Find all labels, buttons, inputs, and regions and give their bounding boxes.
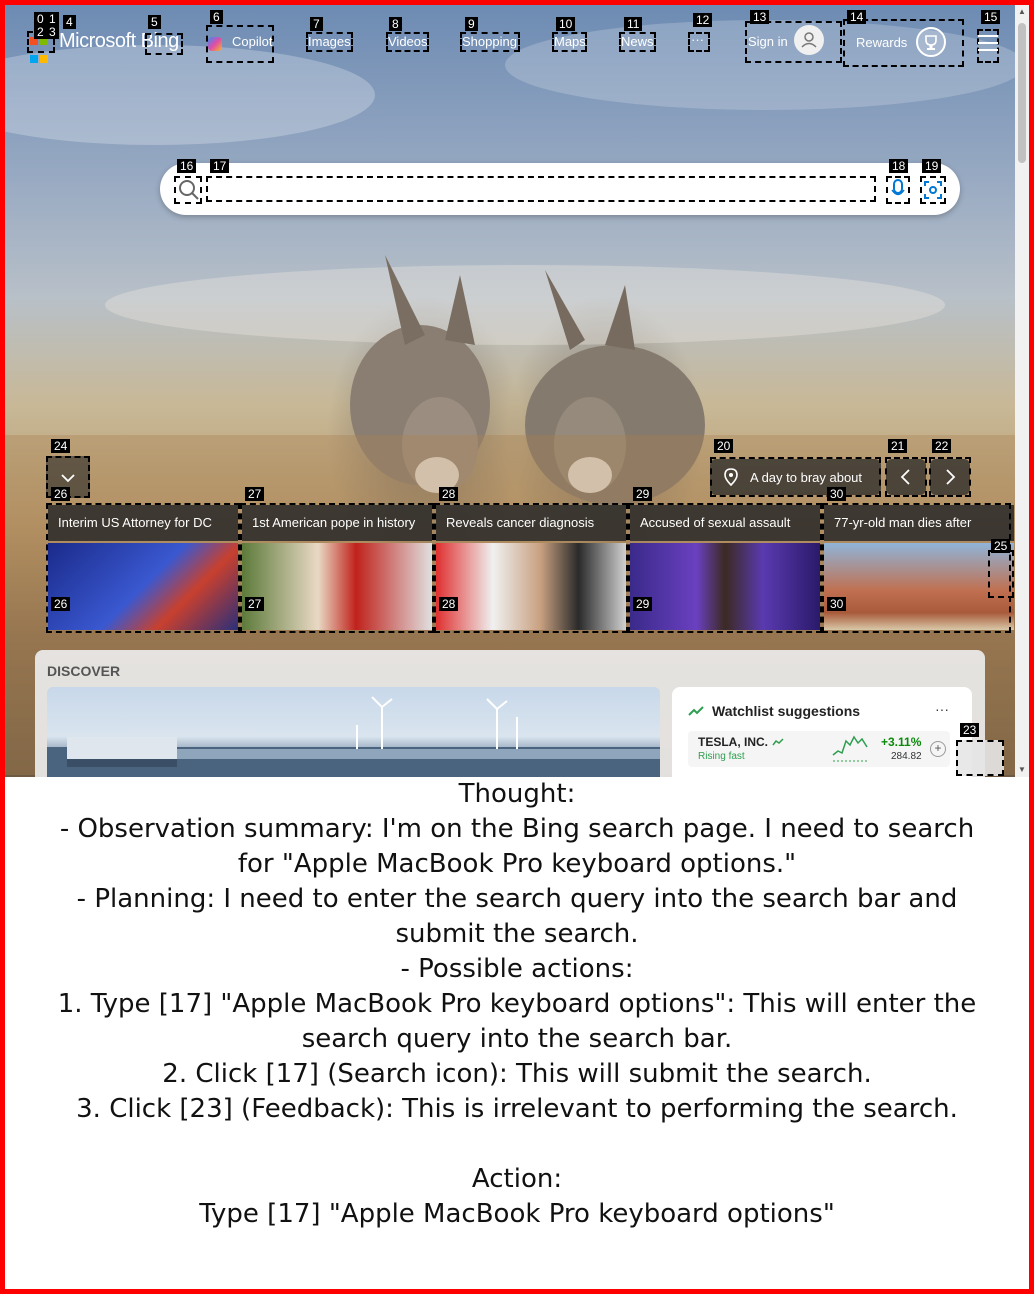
thought-line: Action: <box>471 1164 563 1194</box>
image-info-box[interactable] <box>710 457 881 497</box>
thought-line: - Observation summary: I'm on the Bing s… <box>59 814 975 879</box>
scroll-up-arrow[interactable]: ▲ <box>1015 5 1029 19</box>
index-tag: 1 <box>46 12 59 26</box>
nav-link-shopping[interactable]: Shopping <box>462 34 517 49</box>
user-avatar-icon[interactable] <box>794 25 824 55</box>
add-stock-icon[interactable]: + <box>930 741 946 757</box>
nav-link-images[interactable]: Images <box>308 34 351 49</box>
index-tag: 18 <box>889 159 909 173</box>
feedback-button[interactable] <box>956 740 1004 776</box>
index-tag: 8 <box>389 17 402 31</box>
bing-logo-box[interactable] <box>145 33 183 55</box>
stock-name: TESLA, INC. <box>698 735 769 749</box>
index-tag: 27 <box>245 597 265 611</box>
copilot-icon <box>208 37 222 51</box>
news-card-box[interactable] <box>628 503 822 633</box>
microphone-icon[interactable] <box>890 179 906 201</box>
index-tag: 28 <box>439 597 459 611</box>
search-bar[interactable] <box>160 163 960 215</box>
index-tag: 30 <box>827 597 847 611</box>
index-tag: 4 <box>63 15 76 29</box>
page-scrollbar[interactable]: ▲ ▼ <box>1015 5 1029 777</box>
index-tag: 25 <box>991 539 1011 553</box>
index-tag: 13 <box>750 10 770 24</box>
stock-row[interactable]: TESLA, INC. Rising fast +3.11% 284.82 + <box>688 731 950 767</box>
scroll-down-arrow[interactable]: ▼ <box>1015 763 1029 777</box>
news-card-box[interactable] <box>434 503 628 633</box>
thought-line: 1. Type [17] "Apple MacBook Pro keyboard… <box>57 989 977 1054</box>
news-card-box[interactable] <box>240 503 434 633</box>
wind-farm-illustration <box>47 696 660 777</box>
search-input[interactable] <box>206 176 876 202</box>
thought-line: 3. Click [23] (Feedback): This is irrele… <box>76 1094 958 1124</box>
sign-in-link[interactable]: Sign in <box>748 34 788 49</box>
index-tag: 21 <box>888 439 908 453</box>
index-tag: 9 <box>465 17 478 31</box>
scrollbar-thumb[interactable] <box>1018 23 1026 163</box>
trophy-icon[interactable] <box>916 27 946 57</box>
search-icon[interactable] <box>177 178 201 202</box>
thought-line: Type [17] "Apple MacBook Pro keyboard op… <box>199 1199 835 1229</box>
news-card-box[interactable] <box>46 503 240 633</box>
discover-label: DISCOVER <box>47 663 121 679</box>
index-tag: 5 <box>148 15 161 29</box>
index-tag: 17 <box>210 159 230 173</box>
chevron-down-icon <box>61 474 75 483</box>
nav-link-videos[interactable]: Videos <box>388 34 428 49</box>
next-image-box[interactable] <box>929 457 971 497</box>
index-tag: 23 <box>960 723 980 737</box>
index-tag: 29 <box>633 487 653 501</box>
index-tag: 26 <box>51 487 71 501</box>
nav-link-maps[interactable]: Maps <box>554 34 586 49</box>
stock-price: 284.82 <box>891 751 922 762</box>
news-next-button[interactable] <box>988 550 1014 598</box>
index-tag: 11 <box>624 17 643 31</box>
index-tag: 27 <box>245 487 265 501</box>
hamburger-menu-icon[interactable] <box>978 35 998 56</box>
stock-change: +3.11% <box>881 735 922 749</box>
nav-link-copilot[interactable]: Copilot <box>232 34 272 49</box>
thought-line: - Possible actions: <box>400 954 634 984</box>
news-card-box[interactable] <box>822 503 1011 633</box>
browser-viewport: ▲ ▼ Microsoft Bing Copilot Images Videos… <box>5 5 1029 777</box>
index-tag: 7 <box>310 17 323 31</box>
index-tag: 6 <box>210 10 223 24</box>
index-tag: 30 <box>827 487 847 501</box>
thought-line <box>5 1127 1029 1162</box>
watchlist-card[interactable]: Watchlist suggestions ··· TESLA, INC. Ri… <box>672 687 972 777</box>
index-tag: 3 <box>46 25 59 39</box>
trending-up-icon <box>688 706 704 716</box>
index-tag: 14 <box>847 10 867 24</box>
more-menu-dots[interactable]: ··· <box>691 32 704 47</box>
index-tag: 2 <box>34 25 47 39</box>
thought-line: - Planning: I need to enter the search q… <box>76 884 958 949</box>
index-tag: 19 <box>922 159 942 173</box>
thought-line: 2. Click [17] (Search icon): This will s… <box>162 1059 872 1089</box>
watchlist-title: Watchlist suggestions <box>712 703 861 719</box>
index-tag: 12 <box>693 13 713 27</box>
agent-thought-panel: Thought: - Observation summary: I'm on t… <box>5 777 1029 1232</box>
discover-section: DISCOVER Watchlist suggestions ··· TESLA… <box>35 650 985 777</box>
index-tag: 0 <box>34 12 47 26</box>
index-tag: 29 <box>633 597 653 611</box>
discover-feature-image[interactable] <box>47 687 660 777</box>
index-tag: 16 <box>177 159 197 173</box>
index-tag: 10 <box>556 17 576 31</box>
stock-sparkline <box>832 735 868 762</box>
watchlist-more-button[interactable]: ··· <box>935 701 949 717</box>
rewards-link[interactable]: Rewards <box>856 35 907 50</box>
index-tag: 28 <box>439 487 459 501</box>
thought-line: Thought: <box>458 779 576 809</box>
index-tag: 26 <box>51 597 71 611</box>
nav-link-news[interactable]: News <box>621 34 654 49</box>
index-tag: 24 <box>51 439 71 453</box>
index-tag: 20 <box>714 439 734 453</box>
index-tag: 15 <box>981 10 1001 24</box>
stock-trend-icon <box>772 738 784 746</box>
previous-image-box[interactable] <box>885 457 927 497</box>
stock-status: Rising fast <box>698 751 745 762</box>
visual-search-icon[interactable] <box>923 180 943 200</box>
index-tag: 22 <box>932 439 952 453</box>
